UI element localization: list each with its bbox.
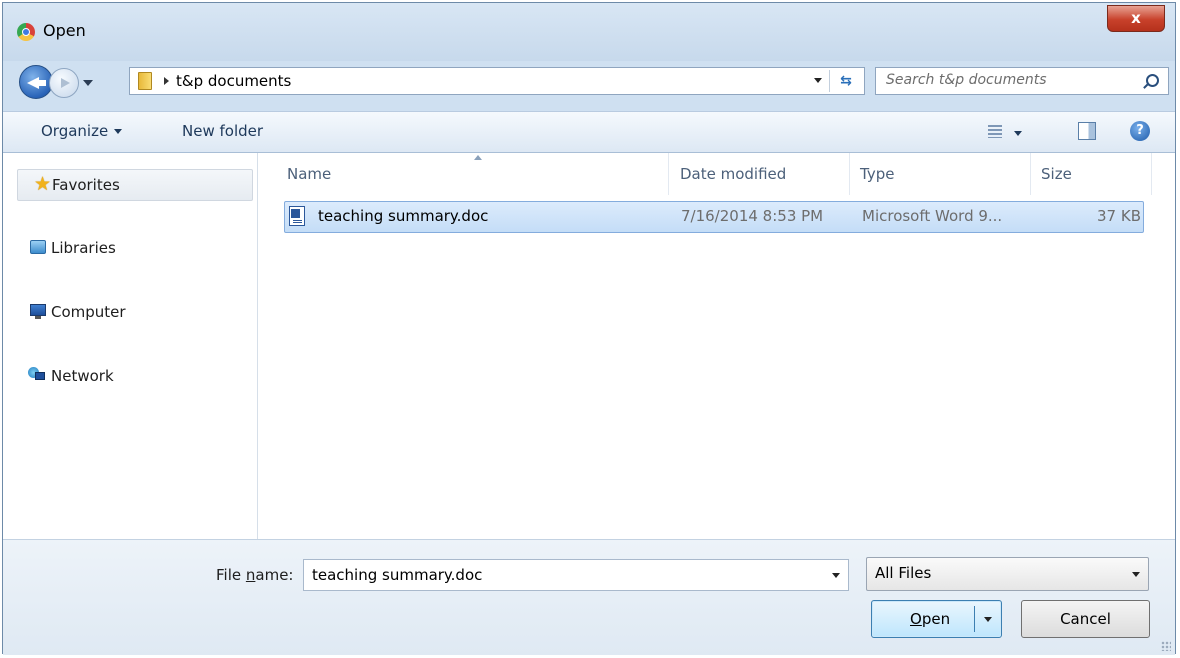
open-button-label: Open (910, 610, 950, 628)
navigation-pane: ★ Favorites Libraries Computer Network (3, 153, 258, 539)
open-dropdown-icon[interactable] (984, 617, 992, 622)
open-split-divider (974, 606, 975, 632)
close-button[interactable]: x (1107, 5, 1165, 32)
help-icon[interactable]: ? (1130, 121, 1150, 141)
dialog-title: Open (43, 21, 86, 40)
back-button[interactable] (19, 65, 53, 99)
dialog-footer: File name: teaching summary.doc All File… (3, 539, 1175, 655)
sidebar-item-libraries[interactable]: Libraries (3, 233, 257, 265)
file-name-label-suffix: ame: (255, 566, 294, 584)
address-divider (829, 70, 830, 92)
file-type: Microsoft Word 9... (862, 207, 1003, 225)
breadcrumb-arrow-icon[interactable] (164, 77, 169, 85)
file-row[interactable]: teaching summary.doc 7/16/2014 8:53 PM M… (284, 201, 1144, 233)
view-dropdown-icon[interactable] (1014, 131, 1022, 136)
star-icon: ★ (34, 173, 52, 195)
breadcrumb[interactable]: t&p documents (176, 72, 291, 90)
file-name-label: File name: (216, 566, 293, 584)
column-header-date-modified[interactable]: Date modified (669, 153, 849, 195)
sidebar-item-network[interactable]: Network (3, 361, 257, 393)
network-icon (28, 367, 46, 383)
file-name-label-mnemonic: n (245, 566, 256, 584)
column-label: Type (860, 165, 895, 183)
column-header-size[interactable]: Size (1031, 153, 1151, 195)
file-size: 37 KB (1097, 207, 1141, 225)
library-icon (30, 240, 46, 254)
navigation-bar: t&p documents ⇆ Search t&p documents (3, 61, 1175, 101)
column-header-type[interactable]: Type (850, 153, 1030, 195)
refresh-icon[interactable]: ⇆ (836, 72, 856, 90)
sidebar-item-label: Network (51, 367, 114, 385)
organize-dropdown-icon (114, 129, 123, 134)
organize-label: Organize (41, 122, 109, 140)
sort-ascending-icon (474, 155, 482, 160)
title-bar: Open x (3, 3, 1175, 61)
address-dropdown-icon[interactable] (814, 78, 822, 83)
file-name-field[interactable]: teaching summary.doc (303, 559, 849, 591)
sidebar-item-label: Favorites (52, 176, 120, 194)
command-bar: Organize New folder ? (3, 111, 1175, 153)
recent-locations-dropdown[interactable] (83, 80, 93, 86)
word-document-icon (289, 206, 305, 226)
file-date-modified: 7/16/2014 8:53 PM (681, 207, 824, 225)
cancel-button[interactable]: Cancel (1021, 600, 1150, 638)
file-type-value: All Files (875, 564, 932, 582)
open-label-rest: pen (921, 610, 951, 628)
column-divider[interactable] (1151, 153, 1152, 195)
file-name-value: teaching summary.doc (312, 566, 483, 584)
column-header-name[interactable]: Name (258, 153, 668, 195)
organize-button[interactable]: Organize (41, 122, 123, 140)
search-icon[interactable] (1146, 74, 1159, 87)
forward-button[interactable] (49, 68, 79, 98)
column-label: Date modified (680, 165, 787, 183)
new-folder-button[interactable]: New folder (182, 122, 263, 140)
sidebar-item-computer[interactable]: Computer (3, 297, 257, 329)
view-options-icon[interactable] (988, 125, 1002, 138)
column-label: Size (1041, 165, 1072, 183)
file-name-label-prefix: File (216, 566, 246, 584)
address-bar[interactable]: t&p documents ⇆ (129, 67, 865, 95)
resize-grip-icon[interactable] (1161, 641, 1171, 651)
open-dialog: Open x t&p documents ⇆ Search t&p docume… (2, 2, 1176, 655)
file-name: teaching summary.doc (318, 207, 489, 225)
search-input[interactable]: Search t&p documents (875, 67, 1169, 95)
file-list: Name Date modified Type Size teaching su… (258, 153, 1175, 539)
sidebar-item-label: Libraries (51, 239, 116, 257)
file-type-dropdown-icon (1132, 572, 1140, 577)
search-placeholder: Search t&p documents (886, 72, 1047, 88)
preview-pane-icon[interactable] (1078, 122, 1096, 140)
open-button[interactable]: Open (871, 600, 1002, 638)
folder-icon (138, 72, 152, 90)
sidebar-item-label: Computer (51, 303, 126, 321)
sidebar-item-favorites[interactable]: ★ Favorites (17, 169, 253, 201)
column-label: Name (287, 165, 332, 183)
file-name-dropdown-icon[interactable] (832, 573, 840, 578)
open-mnemonic: O (910, 610, 922, 628)
file-type-select[interactable]: All Files (866, 557, 1149, 591)
computer-icon (30, 304, 46, 319)
chrome-icon (17, 23, 35, 41)
